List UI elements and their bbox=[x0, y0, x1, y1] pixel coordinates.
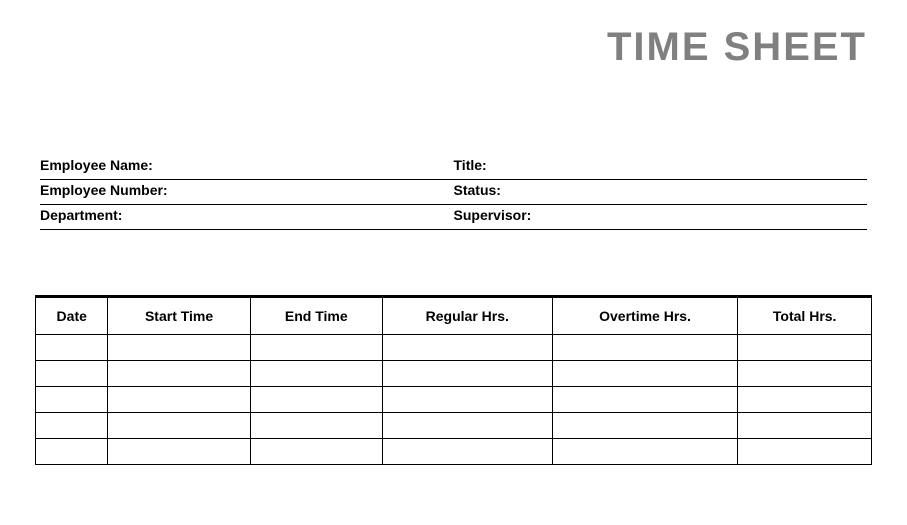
employee-name-label: Employee Name: bbox=[40, 157, 153, 173]
cell-total-hrs bbox=[738, 413, 872, 439]
header-overtime-hrs: Overtime Hrs. bbox=[552, 297, 738, 335]
info-row-3: Department: Supervisor: bbox=[40, 205, 867, 230]
employee-number-label: Employee Number: bbox=[40, 182, 168, 198]
table-section: Date Start Time End Time Regular Hrs. Ov… bbox=[35, 295, 872, 465]
cell-end-time bbox=[250, 361, 382, 387]
cell-date bbox=[36, 387, 108, 413]
table-row bbox=[36, 361, 872, 387]
cell-overtime-hrs bbox=[552, 387, 738, 413]
cell-date bbox=[36, 335, 108, 361]
cell-start-time bbox=[108, 335, 250, 361]
header-regular-hrs: Regular Hrs. bbox=[382, 297, 552, 335]
supervisor-label: Supervisor: bbox=[454, 207, 532, 223]
title-label: Title: bbox=[454, 157, 487, 173]
cell-end-time bbox=[250, 413, 382, 439]
cell-end-time bbox=[250, 387, 382, 413]
cell-total-hrs bbox=[738, 387, 872, 413]
table-row bbox=[36, 387, 872, 413]
cell-date bbox=[36, 413, 108, 439]
table-header-row: Date Start Time End Time Regular Hrs. Ov… bbox=[36, 297, 872, 335]
time-table: Date Start Time End Time Regular Hrs. Ov… bbox=[35, 295, 872, 465]
table-row bbox=[36, 439, 872, 465]
header-total-hrs: Total Hrs. bbox=[738, 297, 872, 335]
table-row bbox=[36, 335, 872, 361]
cell-end-time bbox=[250, 439, 382, 465]
cell-overtime-hrs bbox=[552, 413, 738, 439]
cell-overtime-hrs bbox=[552, 335, 738, 361]
cell-regular-hrs bbox=[382, 439, 552, 465]
header-date: Date bbox=[36, 297, 108, 335]
cell-total-hrs bbox=[738, 335, 872, 361]
status-label: Status: bbox=[454, 182, 501, 198]
cell-overtime-hrs bbox=[552, 361, 738, 387]
cell-start-time bbox=[108, 413, 250, 439]
table-row bbox=[36, 413, 872, 439]
info-row-1: Employee Name: Title: bbox=[40, 155, 867, 180]
cell-date bbox=[36, 439, 108, 465]
header-start-time: Start Time bbox=[108, 297, 250, 335]
cell-regular-hrs bbox=[382, 335, 552, 361]
cell-regular-hrs bbox=[382, 361, 552, 387]
cell-overtime-hrs bbox=[552, 439, 738, 465]
info-row-2: Employee Number: Status: bbox=[40, 180, 867, 205]
department-label: Department: bbox=[40, 207, 122, 223]
cell-total-hrs bbox=[738, 361, 872, 387]
cell-regular-hrs bbox=[382, 387, 552, 413]
cell-end-time bbox=[250, 335, 382, 361]
cell-total-hrs bbox=[738, 439, 872, 465]
header-end-time: End Time bbox=[250, 297, 382, 335]
cell-regular-hrs bbox=[382, 413, 552, 439]
page-title: TIME SHEET bbox=[0, 0, 907, 70]
cell-start-time bbox=[108, 361, 250, 387]
cell-start-time bbox=[108, 387, 250, 413]
cell-date bbox=[36, 361, 108, 387]
info-section: Employee Name: Title: Employee Number: S… bbox=[40, 155, 867, 230]
cell-start-time bbox=[108, 439, 250, 465]
